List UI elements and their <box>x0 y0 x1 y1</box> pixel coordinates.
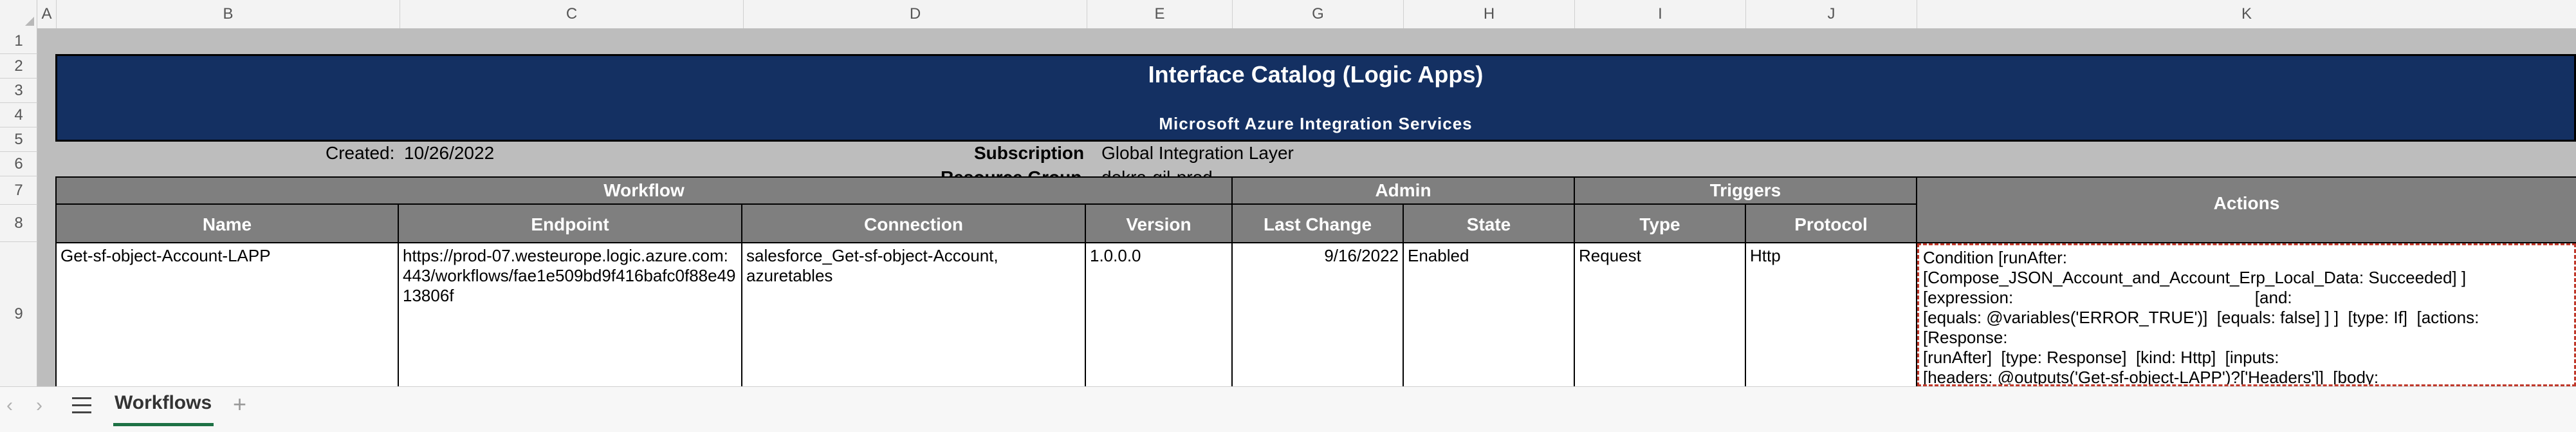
cell-version[interactable]: 1.0.0.0 <box>1086 243 1233 386</box>
sheet-tab-bar: ‹ › Workflows + <box>0 386 2576 432</box>
row-header-9[interactable]: 9 <box>0 242 37 386</box>
group-header-triggers[interactable]: Triggers <box>1575 176 1917 205</box>
column-a-fill <box>37 243 55 386</box>
column-header-a[interactable]: A <box>37 0 57 28</box>
cell-protocol[interactable]: Http <box>1746 243 1917 386</box>
cell-last-change[interactable]: 9/16/2022 <box>1233 243 1404 386</box>
subscription-value[interactable]: Global Integration Layer <box>1101 143 1294 164</box>
worksheet-grid: Interface Catalog (Logic Apps) Microsoft… <box>37 28 2576 386</box>
group-header-workflow[interactable]: Workflow <box>55 176 1233 205</box>
header-type[interactable]: Type <box>1575 205 1746 243</box>
cell-state[interactable]: Enabled <box>1404 243 1575 386</box>
row-header-1[interactable]: 1 <box>0 28 37 54</box>
actions-line: [headers: @outputs('Get-sf-object-LAPP')… <box>1923 368 2379 386</box>
add-sheet-icon[interactable]: + <box>233 391 246 418</box>
header-version[interactable]: Version <box>1086 205 1233 243</box>
chevron-left-icon[interactable]: ‹ <box>6 395 13 417</box>
subscription-label: Subscription <box>974 143 1085 163</box>
cell-connection[interactable]: salesforce_Get-sf-object-Account, azuret… <box>742 243 1086 386</box>
column-header-i[interactable]: I <box>1575 0 1746 28</box>
header-protocol[interactable]: Protocol <box>1746 205 1917 243</box>
created-value[interactable]: 10/26/2022 <box>404 143 494 164</box>
select-all-corner[interactable] <box>0 0 37 28</box>
sheet-tab-workflows[interactable]: Workflows <box>115 392 212 414</box>
group-header-admin[interactable]: Admin <box>1233 176 1575 205</box>
row-header-3[interactable]: 3 <box>0 79 37 103</box>
column-header-j[interactable]: J <box>1746 0 1917 28</box>
actions-line: Condition [runAfter: <box>1923 248 2068 267</box>
row-header-4[interactable]: 4 <box>0 103 37 127</box>
chevron-right-icon[interactable]: › <box>36 395 42 417</box>
cell-type[interactable]: Request <box>1575 243 1746 386</box>
row-header-2[interactable]: 2 <box>0 54 37 79</box>
active-tab-indicator <box>113 423 214 426</box>
column-header-e[interactable]: E <box>1087 0 1233 28</box>
row-header-7[interactable]: 7 <box>0 176 37 205</box>
actions-line: [equals: @variables('ERROR_TRUE')] [equa… <box>1923 308 2479 327</box>
header-last-change[interactable]: Last Change <box>1233 205 1404 243</box>
column-header-h[interactable]: H <box>1404 0 1575 28</box>
column-header-bar: A B C D E G H I J K <box>0 0 2576 29</box>
header-name[interactable]: Name <box>55 205 399 243</box>
column-header-c[interactable]: C <box>400 0 744 28</box>
column-header-k[interactable]: K <box>1917 0 2576 28</box>
sheet-list-icon[interactable] <box>72 397 91 414</box>
title-banner: Interface Catalog (Logic Apps) Microsoft… <box>55 54 2576 142</box>
column-header-b[interactable]: B <box>57 0 400 28</box>
actions-line: [expression: [and: <box>1923 288 2292 307</box>
column-header-g[interactable]: G <box>1233 0 1404 28</box>
row-header-bar: 1 2 3 4 5 6 7 8 9 <box>0 28 37 386</box>
row-header-5[interactable]: 5 <box>0 127 37 152</box>
row-header-8[interactable]: 8 <box>0 205 37 242</box>
header-state[interactable]: State <box>1404 205 1575 243</box>
header-endpoint[interactable]: Endpoint <box>399 205 742 243</box>
actions-line: [runAfter] [type: Response] [kind: Http]… <box>1923 348 2279 367</box>
actions-line: [Response: <box>1923 328 2008 347</box>
column-header-d[interactable]: D <box>744 0 1087 28</box>
cell-actions[interactable]: Condition [runAfter: [Compose_JSON_Accou… <box>1917 243 2576 386</box>
group-header-actions[interactable]: Actions <box>1917 176 2576 243</box>
header-connection[interactable]: Connection <box>742 205 1086 243</box>
row-header-6[interactable]: 6 <box>0 152 37 176</box>
catalog-title: Interface Catalog (Logic Apps) <box>1148 61 1484 88</box>
cell-endpoint[interactable]: https://prod-07.westeurope.logic.azure.c… <box>399 243 742 386</box>
created-label: Created: <box>326 143 395 163</box>
cell-name[interactable]: Get-sf-object-Account-LAPP <box>55 243 399 386</box>
catalog-subtitle: Microsoft Azure Integration Services <box>1159 114 1473 133</box>
actions-line: [Compose_JSON_Account_and_Account_Erp_Lo… <box>1923 268 2467 287</box>
